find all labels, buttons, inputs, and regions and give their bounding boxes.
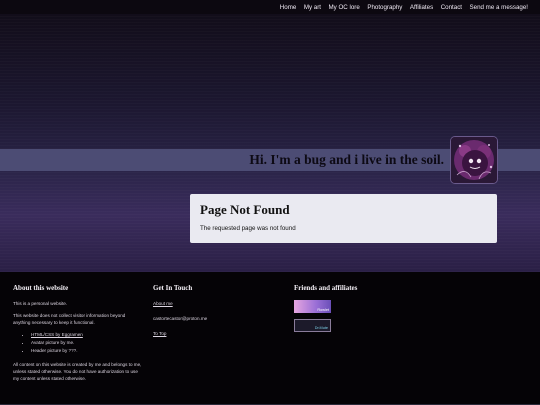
nav-affiliates[interactable]: Affiliates <box>410 4 433 11</box>
nav-my-art[interactable]: My art <box>304 4 321 11</box>
contact-column: Get In Touch About me castortecastor@pro… <box>153 284 273 342</box>
tagline: Hi. I'm a bug and i live in the soil. <box>249 152 444 167</box>
about-text-1: This is a personal website. <box>13 301 68 306</box>
contact-heading: Get In Touch <box>153 284 193 292</box>
nav-send-message[interactable]: Send me a message! <box>470 4 528 11</box>
not-found-card: Page Not Found The requested page was no… <box>190 194 497 243</box>
footer: About this website This is a personal we… <box>0 272 540 405</box>
about-text-3: All content on this website is created b… <box>13 362 142 381</box>
about-column: About this website This is a personal we… <box>13 284 143 387</box>
credits-list: HTML/CSS by Eggramen Avatar picture by m… <box>13 331 143 355</box>
credit-item: Avatar picture by me. <box>31 339 143 347</box>
nav-oc-lore[interactable]: My OC lore <box>329 4 360 11</box>
to-top-link[interactable]: To Top <box>153 331 166 336</box>
credit-html-link[interactable]: HTML/CSS by Eggramen <box>31 332 83 337</box>
friends-heading: Friends and affiliates <box>294 284 358 292</box>
credit-item: Header picture by ???. <box>31 347 143 355</box>
about-heading: About this website <box>13 284 69 292</box>
top-navigation: Home My art My OC lore Photography Affil… <box>0 0 540 14</box>
affiliate-badge-label: Rowlet <box>317 308 329 312</box>
bug-avatar-icon <box>451 137 497 183</box>
nav-home[interactable]: Home <box>280 4 297 11</box>
about-me-link[interactable]: About me <box>153 301 173 306</box>
affiliate-badge-drmute[interactable]: Dr.Mute <box>294 319 331 332</box>
error-message: The requested page was not found <box>200 225 296 232</box>
affiliate-badge-rowlet[interactable]: Rowlet <box>294 300 331 313</box>
contact-email: castortecastor@proton.me <box>153 316 208 321</box>
credit-item: HTML/CSS by Eggramen <box>31 331 143 339</box>
nav-contact[interactable]: Contact <box>441 4 462 11</box>
affiliate-badge-label: Dr.Mute <box>314 326 328 330</box>
about-text-2: This website does not collect visitor in… <box>13 313 126 325</box>
friends-column: Friends and affiliates Rowlet Dr.Mute <box>294 284 414 338</box>
page-title: Page Not Found <box>200 202 290 217</box>
nav-photography[interactable]: Photography <box>367 4 402 11</box>
